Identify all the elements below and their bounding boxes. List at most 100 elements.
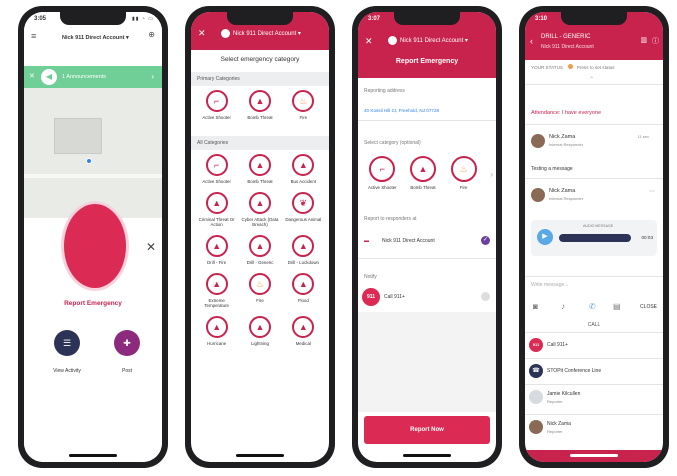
contact-role: Reporter [547, 429, 563, 434]
category-active-shooter[interactable]: ⌐ Active Shooter [195, 154, 238, 184]
map-icon[interactable]: ▥ [640, 36, 647, 44]
fire-icon: ♨ [292, 90, 315, 112]
home-indicator [236, 454, 284, 457]
org-logo [50, 33, 59, 42]
close-icon[interactable]: ✕ [365, 36, 373, 47]
contact-nick[interactable]: Nick Zama Reporter [529, 420, 663, 442]
responder-row[interactable]: ▬ Nick 911 Direct Account ✓ [358, 234, 496, 252]
play-icon[interactable]: ▶ [537, 229, 553, 245]
divider [358, 258, 496, 259]
category-extreme-temperature[interactable]: ▲ Extreme Temperature [195, 273, 238, 308]
warning-icon: ▲ [248, 316, 271, 338]
check-icon[interactable]: ✓ [481, 236, 490, 245]
sender-name: Nick Zama [549, 134, 576, 140]
more-icon[interactable]: ⋯ [649, 188, 655, 195]
your-status-label: YOUR STATUS [531, 65, 563, 70]
category-label: Dangerous Animal [285, 217, 322, 222]
category-lightning[interactable]: ▲ Lightning [238, 316, 281, 346]
report-now-button[interactable]: Report Now [364, 416, 490, 444]
close-announcement-icon[interactable]: ✕ [29, 72, 35, 80]
contact-jamie[interactable]: Jamie Kilcullen Reporter [529, 390, 663, 412]
divider [525, 84, 663, 85]
category-active-shooter[interactable]: ⌐ Active Shooter [362, 156, 403, 190]
divider [525, 332, 663, 333]
view-activity-button[interactable]: ☰ [54, 330, 80, 356]
phone-chat: 3:10 ‹ DRILL - GENERIC Nick 911 Direct A… [519, 6, 669, 468]
notch [227, 12, 293, 25]
report-category-grid: ⌐ Active Shooter ▲ Bomb Threat ♨ Fire [362, 156, 484, 190]
category-hurricane[interactable]: ▲ Hurricane [195, 316, 238, 346]
location-dot [86, 158, 92, 164]
category-fire[interactable]: ♨ Fire [443, 156, 484, 190]
toggle-circle[interactable] [481, 292, 490, 301]
contact-conference-line[interactable]: ☎ STOPit Conference Line [529, 364, 663, 382]
divider [358, 120, 496, 121]
message-input[interactable]: Write message... [531, 282, 663, 288]
report-emergency-button[interactable] [64, 204, 126, 288]
category-fire[interactable]: ♨ Fire [282, 90, 325, 120]
chevron-up-icon[interactable]: ⌃ [589, 76, 594, 83]
account-name: Nick 911 Direct Account [62, 34, 125, 41]
chat-account: Nick 911 Direct Account [541, 44, 594, 50]
camera-icon[interactable]: ◙ [533, 302, 538, 311]
category-label: Medical [295, 341, 311, 346]
close-icon[interactable]: ✕ [146, 240, 156, 254]
warning-icon: ▲ [205, 316, 228, 338]
home-indicator [403, 454, 451, 457]
address-field[interactable]: 40 Kossil Hill Ct, Freehold, NJ 07728 [364, 108, 496, 113]
spacer-area [358, 312, 496, 412]
conference-icon: ☎ [529, 364, 543, 378]
phone-icon[interactable]: ✆ [589, 302, 596, 311]
category-label: Hurricane [207, 341, 227, 346]
menu-icon[interactable]: ≡ [31, 31, 36, 41]
category-drill-fire[interactable]: ▲ Drill - Fire [195, 235, 238, 265]
category-bomb-threat[interactable]: ▲ Bomb Threat [403, 156, 444, 190]
category-bomb-threat[interactable]: ▲ Bomb Threat [238, 90, 281, 120]
phone-category: ✕ Nick 911 Direct Account ▾ Select emerg… [185, 6, 335, 468]
category-flood[interactable]: ▲ Flood [282, 273, 325, 308]
category-cyber-attack[interactable]: ▲ Cyber Attack (Data Breach) [238, 192, 281, 227]
call-911-row[interactable]: 911 Call 911+ [358, 288, 496, 308]
category-label: Bomb Threat [410, 185, 436, 190]
fire-icon: ♨ [248, 273, 271, 295]
post-button[interactable]: ✚ [114, 330, 140, 356]
clipboard-icon[interactable]: ▤ [613, 302, 621, 311]
gun-icon: ⌐ [205, 90, 228, 112]
map-building [54, 118, 102, 154]
category-label: Bomb Threat [247, 179, 273, 184]
category-medical[interactable]: ▲ Medical [282, 316, 325, 346]
chevron-right-icon[interactable]: › [490, 170, 493, 179]
account-selector[interactable]: Nick 911 Direct Account ▾ [50, 33, 148, 42]
chevron-right-icon[interactable]: › [151, 72, 154, 81]
gun-icon: ⌐ [369, 156, 396, 182]
chat-title: DRILL - GENERIC [541, 34, 591, 40]
category-fire[interactable]: ♨ Fire [238, 273, 281, 308]
category-drill-lockdown[interactable]: ▲ Drill - Lockdown [282, 235, 325, 265]
badge-icon[interactable]: ⊕ [148, 30, 155, 39]
audio-waveform[interactable] [559, 234, 631, 242]
category-title: Select emergency category [220, 56, 300, 63]
announcement-bar[interactable]: ✕ ◀ 1 Announcements › [24, 66, 162, 88]
category-label: Active Shooter [202, 179, 231, 184]
category-drill-generic[interactable]: ▲ Drill - Generic [238, 235, 281, 265]
back-icon[interactable]: ‹ [530, 36, 533, 46]
category-label: Drill - Lockdown [287, 260, 319, 265]
warning-icon: ▲ [292, 316, 315, 338]
account-title: Nick 911 Direct Account ▾ [388, 36, 482, 45]
category-active-shooter[interactable]: ⌐ Active Shooter [195, 90, 238, 120]
category-dangerous-animal[interactable]: ❦ Dangerous Animal [282, 192, 325, 227]
avatar [531, 188, 545, 202]
contact-call-911[interactable]: 911 Call 911+ [529, 338, 663, 356]
all-categories-header: All Categories [191, 136, 329, 150]
close-button[interactable]: CLOSE [640, 304, 657, 310]
category-bomb-threat[interactable]: ▲ Bomb Threat [238, 154, 281, 184]
responder-name: Nick 911 Direct Account [382, 238, 435, 244]
close-icon[interactable]: ✕ [198, 28, 206, 39]
microphone-icon[interactable]: ♪ [561, 302, 565, 311]
info-icon[interactable]: ⓘ [652, 36, 659, 46]
category-bus-accident[interactable]: ▲ Bus Accident [282, 154, 325, 184]
chat-screen: 3:10 ‹ DRILL - GENERIC Nick 911 Direct A… [525, 12, 663, 462]
category-label: Fire [256, 298, 264, 303]
category-criminal-threat[interactable]: ▲ Criminal Threat Or Action [195, 192, 238, 227]
status-row[interactable]: YOUR STATUS Press to set status [531, 64, 663, 76]
